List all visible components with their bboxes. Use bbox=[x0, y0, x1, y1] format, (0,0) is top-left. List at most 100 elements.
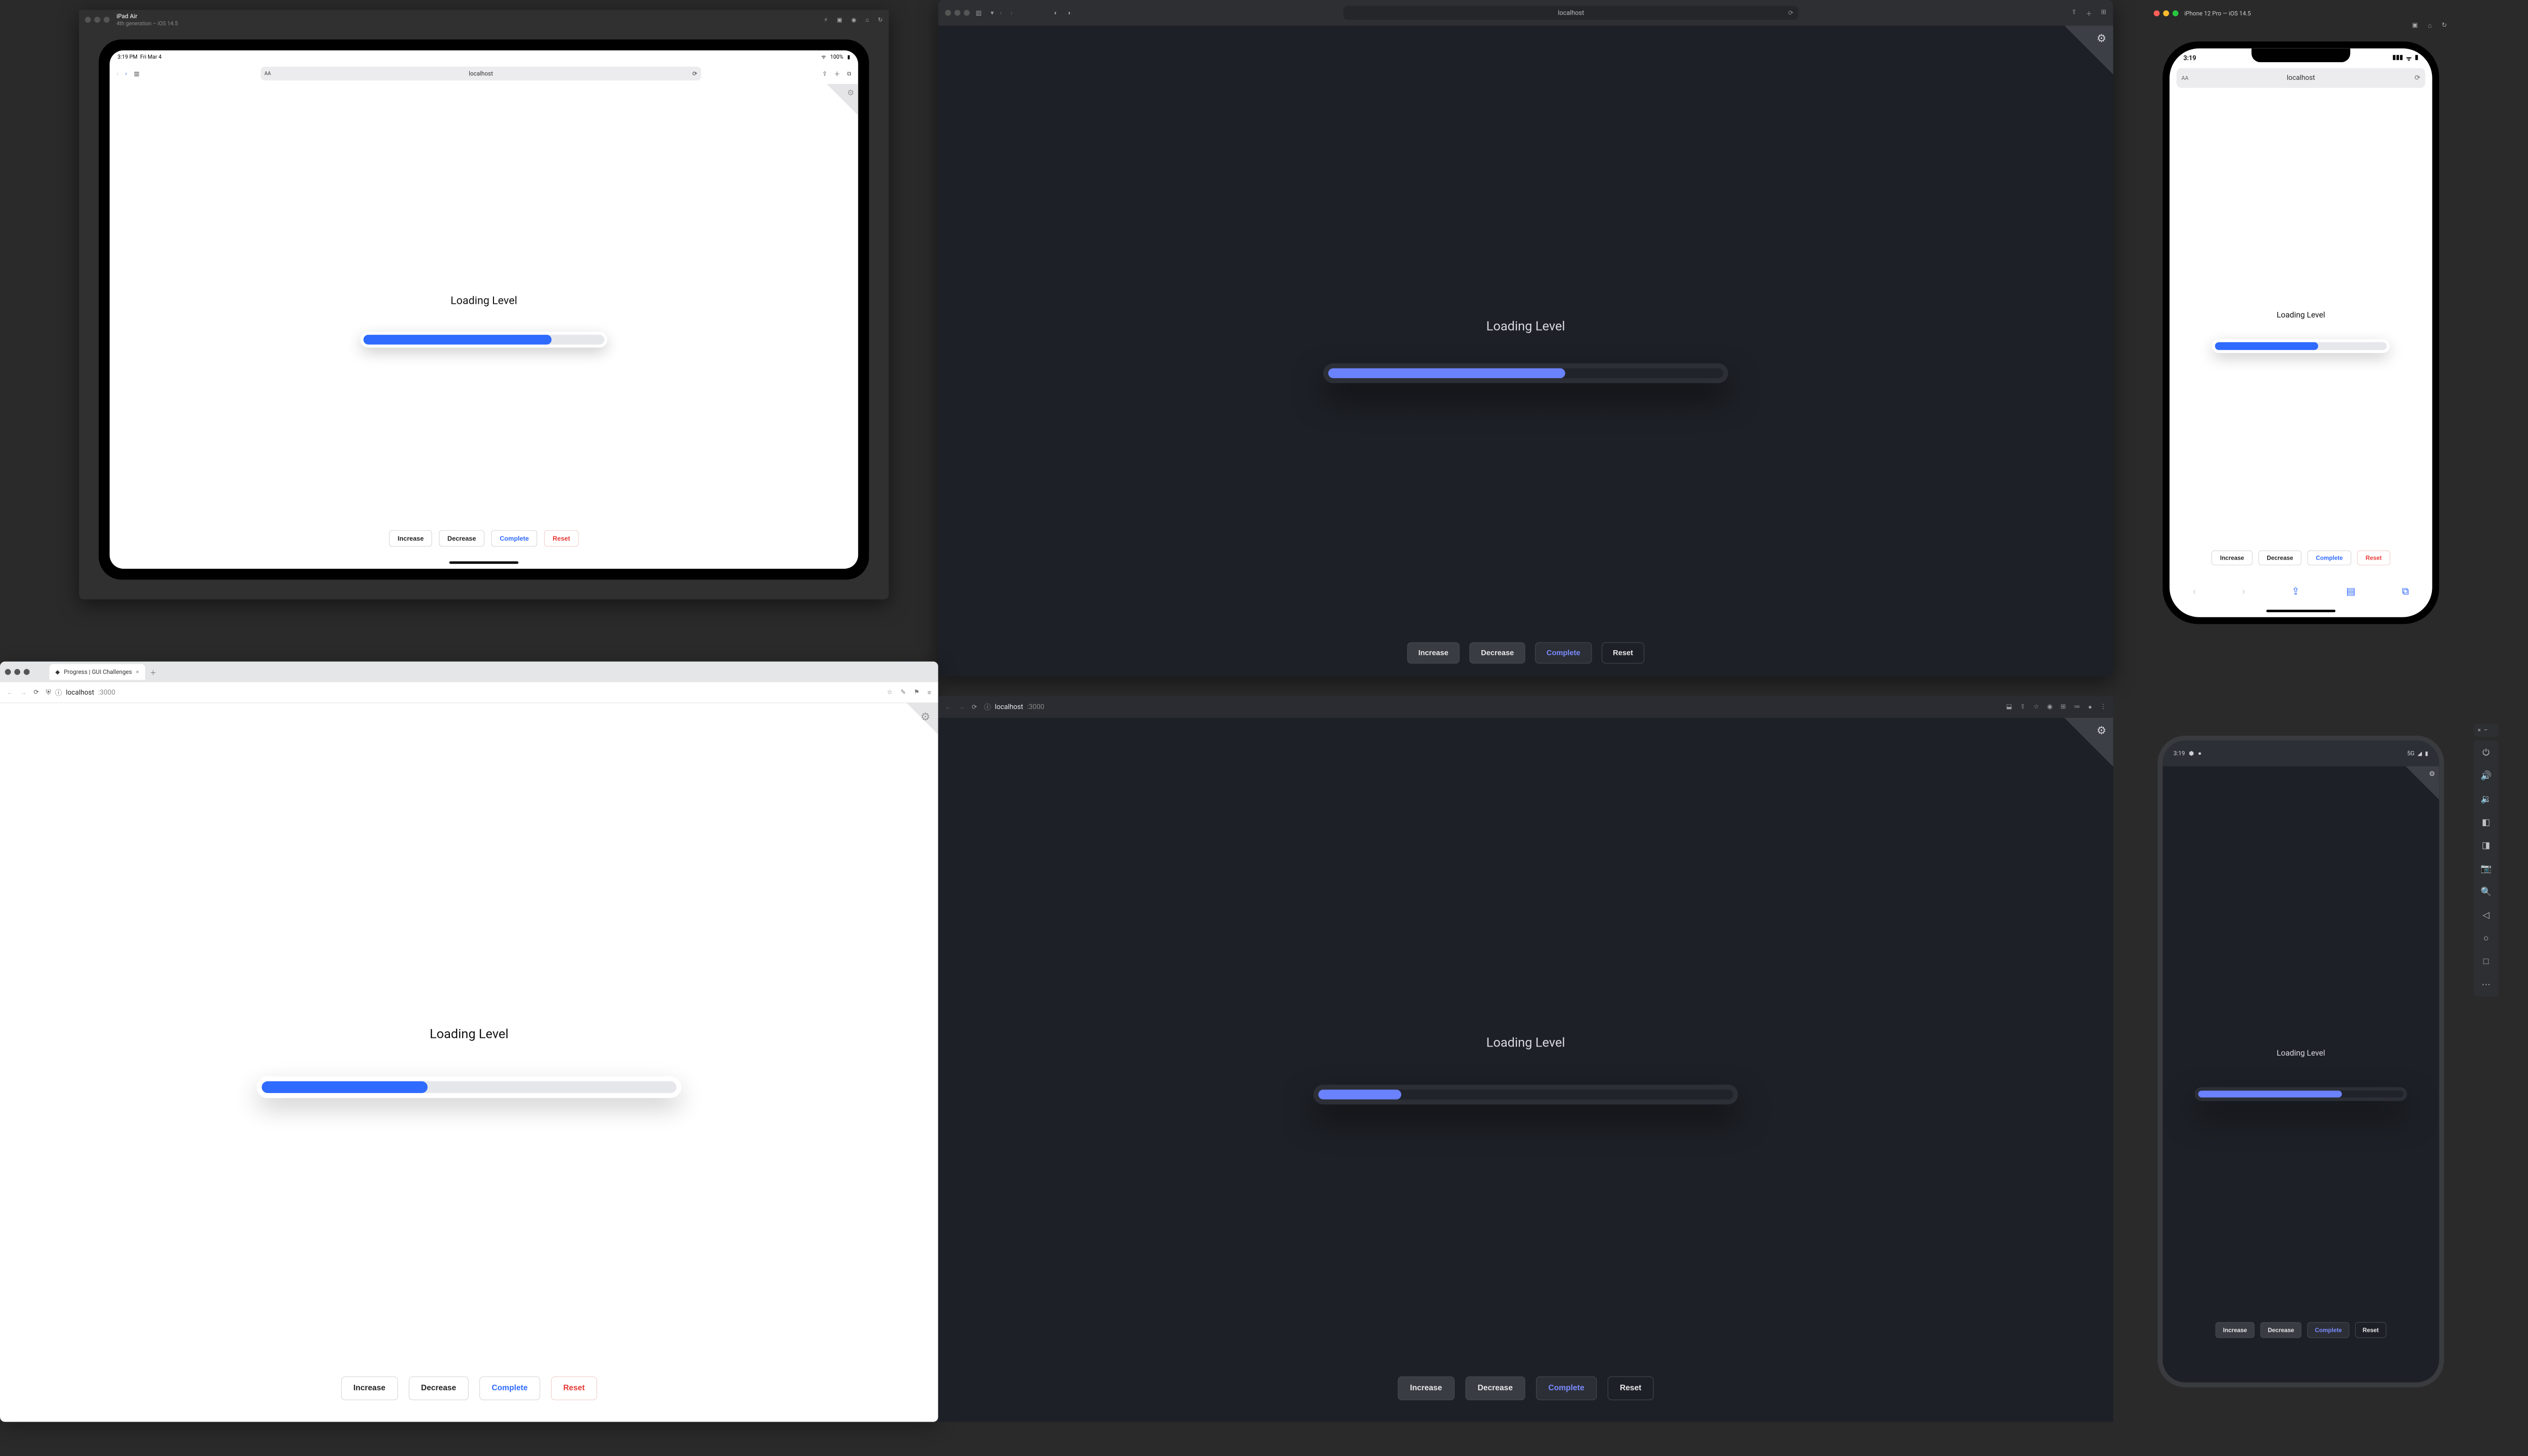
back-nav-icon[interactable]: ◁ bbox=[2482, 910, 2490, 921]
increase-button[interactable]: Increase bbox=[1407, 643, 1460, 664]
record-icon[interactable]: ◉ bbox=[851, 16, 856, 23]
complete-button[interactable]: Complete bbox=[479, 1377, 540, 1400]
ipad-url-field[interactable]: AA localhost ⟳ bbox=[260, 67, 701, 80]
share-icon[interactable]: ⇪ bbox=[2071, 8, 2077, 18]
browser-tab[interactable]: ◆ Progress | GUI Challenges × bbox=[50, 664, 145, 679]
theme-icon[interactable]: ◑ bbox=[1067, 9, 1071, 17]
home-indicator[interactable] bbox=[2266, 610, 2335, 612]
reload-icon[interactable]: ⟳ bbox=[692, 70, 697, 77]
reset-button[interactable]: Reset bbox=[1607, 1377, 1653, 1400]
more-icon[interactable]: ⋯ bbox=[2481, 980, 2491, 990]
forward-icon[interactable]: › bbox=[2242, 585, 2245, 597]
decrease-button[interactable]: Decrease bbox=[1465, 1377, 1525, 1400]
info-icon[interactable]: ⓘ bbox=[984, 702, 991, 712]
volume-down-icon[interactable]: 🔉 bbox=[2480, 794, 2492, 804]
install-icon[interactable]: ⬓ bbox=[2006, 703, 2012, 711]
back-icon[interactable]: ‹ bbox=[116, 70, 118, 77]
rotate-left-icon[interactable]: ◧ bbox=[2482, 817, 2491, 828]
complete-button[interactable]: Complete bbox=[2308, 1322, 2350, 1338]
tabs-icon[interactable]: ⊞ bbox=[2101, 8, 2106, 18]
screenshot-icon[interactable]: ▣ bbox=[837, 16, 842, 23]
reset-button[interactable]: Reset bbox=[2357, 551, 2390, 565]
bookmark-star-icon[interactable]: ☆ bbox=[887, 689, 892, 697]
increase-button[interactable]: Increase bbox=[2216, 1322, 2254, 1338]
rotate-icon[interactable]: ↻ bbox=[878, 16, 883, 23]
reset-button[interactable]: Reset bbox=[551, 1377, 597, 1400]
info-icon[interactable]: ⓘ bbox=[55, 688, 62, 698]
reload-icon[interactable]: ⟳ bbox=[972, 703, 977, 711]
share-icon[interactable]: ⇪ bbox=[822, 70, 827, 77]
power-icon[interactable]: ⏻ bbox=[2482, 748, 2490, 758]
forward-icon[interactable]: → bbox=[959, 703, 965, 711]
home-icon[interactable]: ⌂ bbox=[866, 16, 869, 23]
newtab-icon[interactable]: ＋ bbox=[150, 667, 156, 677]
decrease-button[interactable]: Decrease bbox=[2259, 551, 2301, 565]
safari-url-field[interactable]: localhost ⟳ bbox=[1343, 6, 1798, 20]
camera-icon[interactable]: 📷 bbox=[2480, 863, 2492, 874]
visbug-corner[interactable]: ⚙︎ bbox=[869, 703, 938, 772]
window-traffic-lights[interactable] bbox=[5, 669, 30, 675]
extension-icon[interactable]: ✎ bbox=[900, 689, 906, 697]
reload-icon[interactable]: ⟳ bbox=[1788, 9, 1794, 17]
home-indicator[interactable] bbox=[449, 561, 519, 564]
volume-up-icon[interactable]: 🔊 bbox=[2480, 770, 2492, 781]
visbug-corner[interactable]: ⚙︎ bbox=[2391, 766, 2439, 814]
sidebar-icon[interactable]: ▥ bbox=[134, 70, 140, 77]
menu-icon[interactable]: ≡ bbox=[927, 689, 931, 697]
reading-list-icon[interactable]: ≔ bbox=[2074, 703, 2081, 711]
reader-aa-icon[interactable]: AA bbox=[2181, 75, 2188, 81]
home-nav-icon[interactable]: ○ bbox=[2484, 933, 2489, 944]
tabs-icon[interactable]: ⧉ bbox=[847, 70, 851, 77]
newtab-icon[interactable]: ＋ bbox=[2086, 8, 2092, 18]
decrease-button[interactable]: Decrease bbox=[2261, 1322, 2301, 1338]
visbug-corner[interactable]: ⚙︎ bbox=[814, 84, 858, 128]
increase-button[interactable]: Increase bbox=[2211, 551, 2252, 565]
window-traffic-lights[interactable] bbox=[85, 17, 110, 23]
tabs-icon[interactable]: ⧉ bbox=[2402, 585, 2409, 597]
reset-button[interactable]: Reset bbox=[544, 530, 578, 547]
visbug-corner[interactable]: ⚙︎ bbox=[2044, 26, 2113, 95]
home-icon[interactable]: ⌂ bbox=[2428, 22, 2432, 36]
forward-icon[interactable]: › bbox=[1011, 9, 1013, 17]
overview-nav-icon[interactable]: □ bbox=[2484, 957, 2489, 967]
forward-icon[interactable]: → bbox=[20, 689, 27, 697]
window-traffic-lights[interactable] bbox=[2154, 11, 2179, 17]
url-field[interactable]: ⓘ localhost:3000 bbox=[984, 702, 1999, 712]
extensions-icon[interactable]: ⊞ bbox=[2060, 703, 2066, 711]
emulator-close-button[interactable]: × – bbox=[2474, 724, 2499, 737]
reader-aa-icon[interactable]: AA bbox=[264, 71, 271, 76]
complete-button[interactable]: Complete bbox=[1535, 643, 1592, 664]
rotate-icon[interactable]: ↻ bbox=[2442, 22, 2447, 36]
window-traffic-lights[interactable] bbox=[945, 10, 970, 16]
share-icon[interactable]: ⇪ bbox=[2020, 703, 2025, 711]
url-field[interactable]: ⛨ ⓘ localhost:3000 bbox=[46, 688, 880, 698]
complete-button[interactable]: Complete bbox=[1536, 1377, 1597, 1400]
newtab-icon[interactable]: ＋ bbox=[834, 69, 840, 78]
share-icon[interactable]: ⇪ bbox=[2291, 585, 2299, 597]
back-icon[interactable]: ← bbox=[945, 703, 952, 711]
complete-button[interactable]: Complete bbox=[2308, 551, 2352, 565]
extension-icon[interactable]: ◉ bbox=[2047, 703, 2053, 711]
menu-icon[interactable]: ⋮ bbox=[2100, 703, 2106, 711]
rotate-right-icon[interactable]: ◨ bbox=[2482, 840, 2491, 851]
dropdown-icon[interactable]: ▾ bbox=[990, 9, 994, 17]
reload-icon[interactable]: ⟳ bbox=[33, 689, 39, 696]
tab-close-icon[interactable]: × bbox=[136, 668, 139, 675]
screenshot-icon[interactable]: ▣ bbox=[2412, 22, 2418, 36]
complete-button[interactable]: Complete bbox=[491, 530, 537, 547]
simulator-ipad-titlebar[interactable]: iPad Air 4th generation – iOS 14.5 ⚡︎ ▣ … bbox=[79, 10, 889, 30]
decrease-button[interactable]: Decrease bbox=[1470, 643, 1525, 664]
increase-button[interactable]: Increase bbox=[389, 530, 432, 547]
reload-icon[interactable]: ⟳ bbox=[2415, 74, 2420, 82]
back-icon[interactable]: ‹ bbox=[1000, 9, 1002, 17]
shield-icon[interactable]: ⛨ bbox=[46, 689, 51, 697]
extension-icon[interactable]: ⚑ bbox=[914, 689, 919, 697]
back-icon[interactable]: ← bbox=[7, 689, 14, 697]
decrease-button[interactable]: Decrease bbox=[439, 530, 484, 547]
bookmark-star-icon[interactable]: ☆ bbox=[2034, 703, 2039, 711]
visbug-corner[interactable]: ⚙︎ bbox=[2044, 718, 2113, 787]
iphone-url-field[interactable]: AA localhost ⟳ bbox=[2177, 68, 2425, 88]
profile-icon[interactable]: ● bbox=[2088, 703, 2092, 711]
bolt-icon[interactable]: ⚡︎ bbox=[824, 16, 828, 23]
bookmarks-icon[interactable]: ▤ bbox=[2346, 585, 2355, 597]
